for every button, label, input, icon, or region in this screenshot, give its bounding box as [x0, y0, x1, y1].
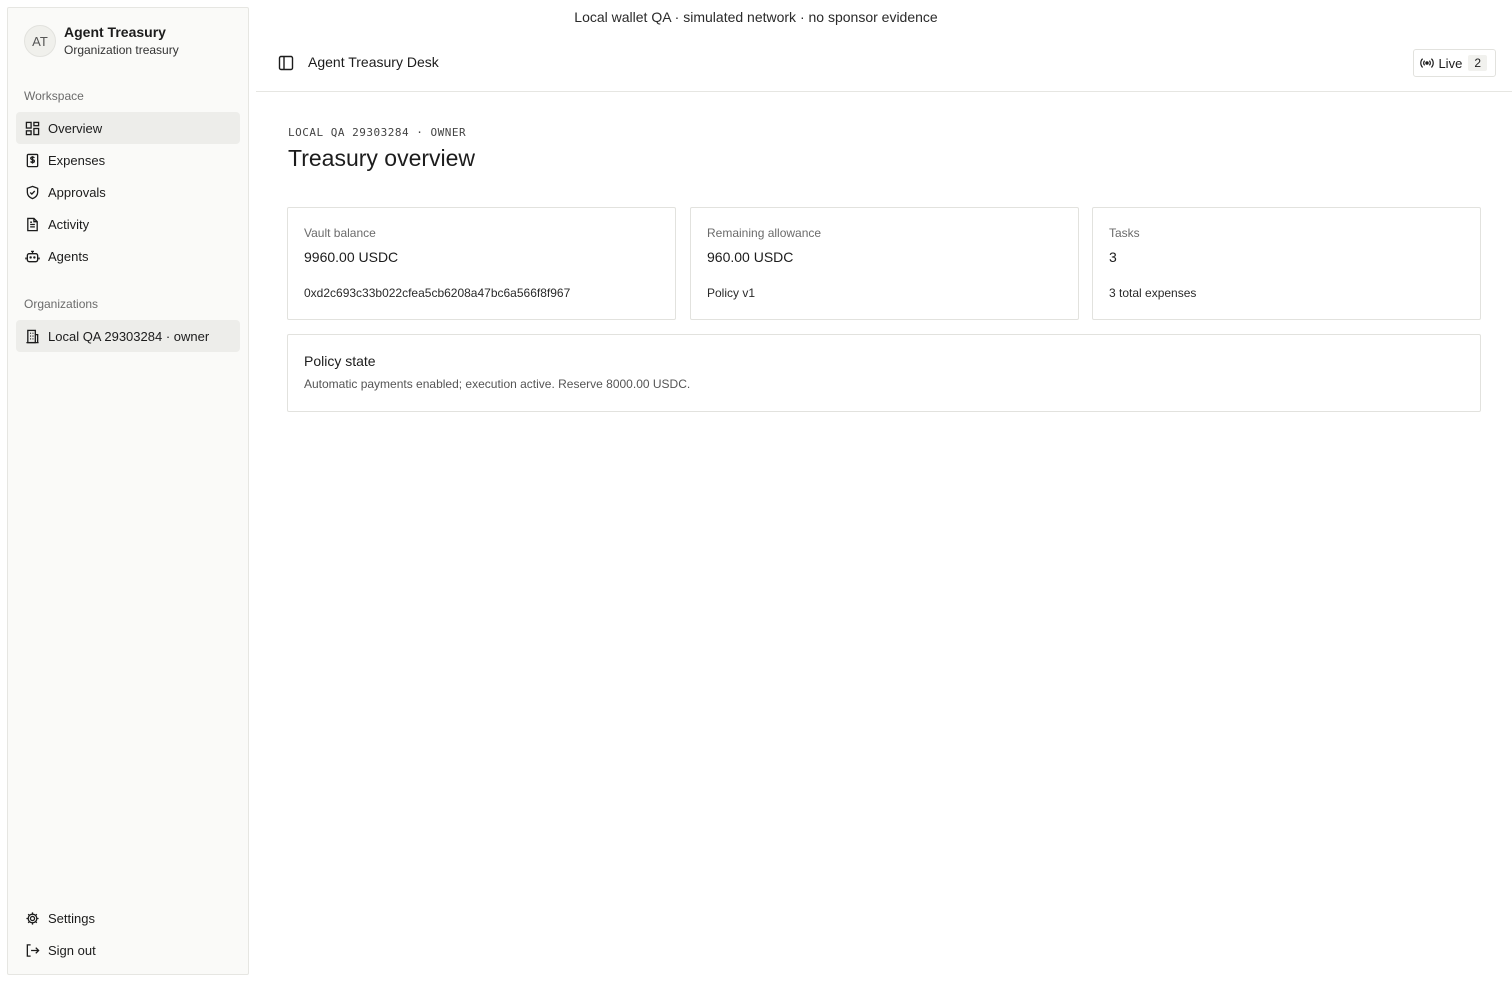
brand[interactable]: AT Agent Treasury Organization treasury: [24, 24, 179, 58]
sidebar-item-label: Approvals: [48, 184, 106, 200]
brand-subtitle: Organization treasury: [64, 43, 179, 57]
bot-icon: [24, 248, 40, 264]
top-header: Agent Treasury Desk Live 2: [256, 36, 1512, 92]
expense-count: 3 total expenses: [1109, 286, 1197, 300]
card-value: 9960.00 USDC: [304, 249, 399, 265]
card-value: 3: [1109, 249, 1117, 265]
page-eyebrow: LOCAL QA 29303284 · OWNER: [288, 126, 467, 139]
organizations-section-label: Organizations: [24, 297, 99, 311]
sidebar: AT Agent Treasury Organization treasury …: [7, 7, 249, 975]
sidebar-item-label: Activity: [48, 216, 90, 232]
receipt-dollar-icon: [24, 152, 40, 168]
organizations-nav: Local QA 29303284 · owner: [16, 320, 240, 352]
live-status-button[interactable]: Live 2: [1413, 49, 1496, 77]
sidebar-item-settings[interactable]: Settings: [16, 902, 240, 934]
card-label: Tasks: [1109, 226, 1140, 240]
grid-icon: [24, 120, 40, 136]
avatar: AT: [24, 25, 56, 57]
sidebar-item-label: Agents: [48, 248, 89, 264]
policy-state-panel: Policy state Automatic payments enabled;…: [287, 334, 1481, 412]
policy-title: Policy state: [304, 353, 376, 369]
document-icon: [24, 216, 40, 232]
sidebar-item-label: Overview: [48, 120, 103, 136]
sidebar-item-label: Local QA 29303284 · owner: [48, 328, 210, 344]
card-label: Remaining allowance: [707, 226, 822, 240]
shield-check-icon: [24, 184, 40, 200]
sidebar-item-label: Sign out: [48, 942, 96, 958]
broadcast-icon: [1420, 56, 1435, 70]
header-title: Agent Treasury Desk: [308, 54, 439, 70]
brand-title: Agent Treasury: [64, 24, 166, 40]
building-icon: [24, 328, 40, 344]
vault-address: 0xd2c693c33b022cfea5cb6208a47bc6a566f8f9…: [304, 286, 571, 300]
remaining-allowance-card: Remaining allowance 960.00 USDC Policy v…: [690, 207, 1079, 320]
page-title: Treasury overview: [288, 145, 476, 171]
sign-out-icon: [24, 942, 40, 958]
sidebar-item-label: Expenses: [48, 152, 106, 168]
gear-icon: [24, 910, 40, 926]
policy-description: Automatic payments enabled; execution ac…: [304, 377, 691, 391]
workspace-section-label: Workspace: [24, 89, 84, 103]
sidebar-item-expenses[interactable]: Expenses: [16, 144, 240, 176]
policy-version: Policy v1: [707, 286, 756, 300]
sidebar-item-overview[interactable]: Overview: [16, 112, 240, 144]
sidebar-footer: Settings Sign out: [16, 902, 240, 966]
sidebar-item-label: Settings: [48, 910, 95, 926]
sidebar-item-agents[interactable]: Agents: [16, 240, 240, 272]
sidebar-item-activity[interactable]: Activity: [16, 208, 240, 240]
card-label: Vault balance: [304, 226, 376, 240]
workspace-nav: Overview Expenses Approvals Activity Age…: [16, 112, 240, 272]
tasks-card: Tasks 3 3 total expenses: [1092, 207, 1481, 320]
live-count-badge: 2: [1468, 55, 1487, 71]
sidebar-item-sign-out[interactable]: Sign out: [16, 934, 240, 966]
sidebar-item-approvals[interactable]: Approvals: [16, 176, 240, 208]
card-value: 960.00 USDC: [707, 249, 794, 265]
vault-balance-card: Vault balance 9960.00 USDC 0xd2c693c33b0…: [287, 207, 676, 320]
sidebar-item-organization[interactable]: Local QA 29303284 · owner: [16, 320, 240, 352]
sidebar-toggle-icon[interactable]: [278, 55, 294, 71]
live-label: Live: [1438, 55, 1463, 71]
